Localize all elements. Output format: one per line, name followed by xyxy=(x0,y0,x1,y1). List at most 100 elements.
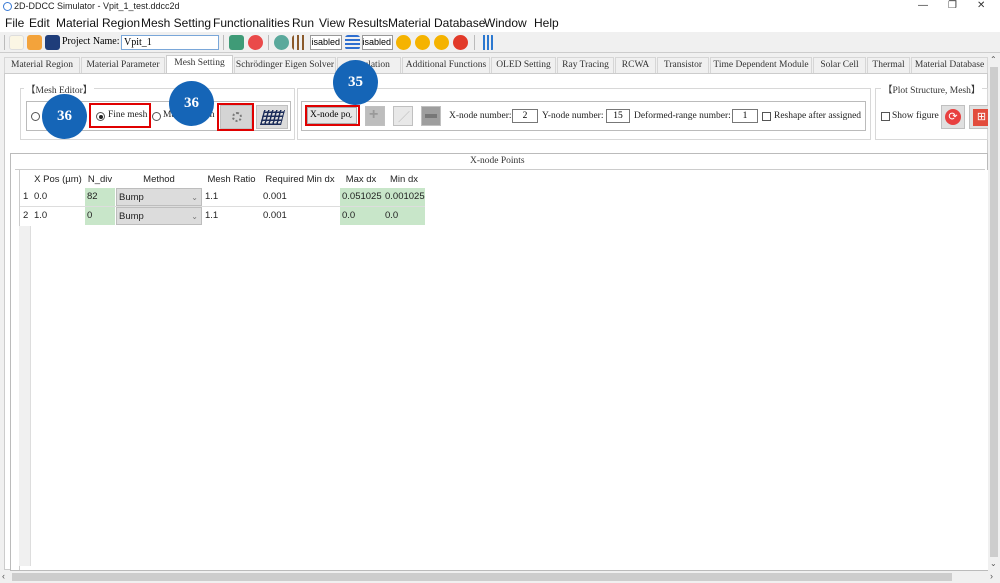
menu-window[interactable]: Window xyxy=(484,16,527,30)
open-folder-icon[interactable] xyxy=(27,35,42,50)
minimize-button[interactable]: — xyxy=(918,0,928,11)
toolbar: Project Name: Disabled Disabled xyxy=(0,32,1000,53)
column-header-max-dx[interactable]: Max dx xyxy=(340,171,382,189)
reshape-checkbox[interactable] xyxy=(762,112,771,121)
run-script-icon[interactable] xyxy=(434,35,449,50)
deformed-range-input[interactable]: 1 xyxy=(732,109,758,123)
tab-oled-setting[interactable]: OLED Setting xyxy=(491,57,556,73)
radio-coarse-mesh[interactable] xyxy=(31,112,40,121)
tab-schrodinger-eigen-solver[interactable]: Schrödinger Eigen Solver xyxy=(234,57,336,73)
cell-x-pos[interactable]: 1.0 xyxy=(32,207,84,225)
row-header-column xyxy=(19,226,31,566)
cell-max-dx[interactable]: 0.051025 xyxy=(340,188,383,206)
cell-required-min-dx[interactable]: 0.001 xyxy=(261,207,339,225)
cell-min-dx[interactable]: 0.001025 xyxy=(383,188,425,206)
save-icon[interactable] xyxy=(45,35,60,50)
menu-mesh-setting[interactable]: Mesh Setting xyxy=(141,16,211,30)
project-name-input[interactable] xyxy=(121,35,219,50)
horizontal-scroll-thumb[interactable] xyxy=(12,573,952,581)
grid-layout-icon: ⊞ xyxy=(973,109,988,126)
radio-manual-mesh[interactable] xyxy=(152,112,161,121)
show-figure-label: Show figure xyxy=(892,111,939,121)
disabled-field-2[interactable]: Disabled xyxy=(362,35,393,50)
row-header-1[interactable]: 1 xyxy=(21,188,31,206)
y-node-number-input[interactable]: 15 xyxy=(606,109,630,123)
tab-material-database[interactable]: Material Database xyxy=(911,57,988,73)
bars-icon[interactable] xyxy=(292,35,307,50)
tab-rcwa[interactable]: RCWA xyxy=(615,57,656,73)
menu-help[interactable]: Help xyxy=(534,16,559,30)
tab-ray-tracing[interactable]: Ray Tracing xyxy=(557,57,614,73)
refresh-icon[interactable] xyxy=(248,35,263,50)
column-header-method[interactable]: Method xyxy=(116,171,202,189)
toolbar-separator xyxy=(268,35,269,50)
annotation-badge-36-first: 36 xyxy=(42,94,87,139)
cell-required-min-dx[interactable]: 0.001 xyxy=(261,188,339,206)
tab-thermal[interactable]: Thermal xyxy=(867,57,910,73)
add-node-button[interactable]: + xyxy=(365,106,385,126)
vertical-scrollbar[interactable]: ⌃ ⌄ xyxy=(988,55,1000,570)
tab-material-region[interactable]: Material Region xyxy=(4,57,80,73)
plot-layout-button[interactable]: ⊞ xyxy=(969,105,989,129)
cell-max-dx[interactable]: 0.0 xyxy=(340,207,383,225)
tab-solar-cell[interactable]: Solar Cell xyxy=(813,57,866,73)
cell-min-dx[interactable]: 0.0 xyxy=(383,207,425,225)
tab-material-parameter[interactable]: Material Parameter xyxy=(81,57,165,73)
menu-material-database[interactable]: Material Database xyxy=(388,16,485,30)
edit-node-button[interactable]: ／ xyxy=(393,106,413,126)
column-header-x-pos[interactable]: X Pos (µm) xyxy=(32,171,84,189)
column-header-required-min-dx[interactable]: Required Min dx xyxy=(261,171,339,189)
disabled-field-1[interactable]: Disabled xyxy=(310,35,342,50)
scroll-up-icon[interactable]: ⌃ xyxy=(990,55,997,64)
settings-icon[interactable] xyxy=(274,35,289,50)
cell-method-select[interactable]: Bump ⌄ xyxy=(116,207,202,225)
menu-edit[interactable]: Edit xyxy=(29,16,50,30)
tab-transistor[interactable]: Transistor xyxy=(657,57,709,73)
restore-button[interactable]: ❐ xyxy=(948,0,957,11)
horizontal-scrollbar[interactable]: ‹ › xyxy=(0,571,1000,583)
menu-file[interactable]: File xyxy=(5,16,24,30)
row-header-2[interactable]: 2 xyxy=(21,207,31,225)
scroll-left-icon[interactable]: ‹ xyxy=(2,571,5,581)
menu-run[interactable]: Run xyxy=(292,16,314,30)
scroll-down-icon[interactable]: ⌄ xyxy=(990,559,997,568)
x-node-number-input[interactable]: 2 xyxy=(512,109,538,123)
run-all-icon[interactable] xyxy=(415,35,430,50)
chart-icon[interactable] xyxy=(480,35,495,50)
cell-method-select[interactable]: Bump ⌄ xyxy=(116,188,202,206)
mesh-grid-icon xyxy=(259,110,286,125)
refresh-icon: ⟳ xyxy=(945,109,961,125)
column-header-n-div[interactable]: N_div xyxy=(85,171,115,189)
scroll-right-icon[interactable]: › xyxy=(990,571,993,581)
cell-mesh-ratio[interactable]: 1.1 xyxy=(203,188,260,206)
stop-icon[interactable] xyxy=(453,35,468,50)
plus-icon: + xyxy=(369,106,379,123)
annotation-highlight-fine-mesh xyxy=(89,103,151,128)
show-mesh-grid-button[interactable] xyxy=(256,105,288,129)
list-icon[interactable] xyxy=(345,35,360,50)
tab-time-dependent-module[interactable]: Time Dependent Module xyxy=(710,57,812,73)
replot-button[interactable]: ⟳ xyxy=(941,105,965,129)
vertical-scroll-thumb[interactable] xyxy=(990,67,998,557)
tab-additional-functions[interactable]: Additional Functions xyxy=(402,57,490,73)
remove-node-button[interactable] xyxy=(421,106,441,126)
toolbar-grip xyxy=(4,35,5,50)
menu-material-region[interactable]: Material Region xyxy=(56,16,140,30)
cell-x-pos[interactable]: 0.0 xyxy=(32,188,84,206)
annotation-highlight-generate-mesh xyxy=(217,103,254,131)
run-icon[interactable] xyxy=(396,35,411,50)
tab-mesh-setting[interactable]: Mesh Setting xyxy=(166,55,233,74)
column-header-mesh-ratio[interactable]: Mesh Ratio xyxy=(203,171,260,189)
toolbar-separator xyxy=(474,35,475,50)
reshape-label: Reshape after assigned xyxy=(774,111,862,121)
menu-view-results[interactable]: View Results xyxy=(319,16,388,30)
close-button[interactable]: ✕ xyxy=(977,0,985,11)
cell-n-div[interactable]: 0 xyxy=(85,207,115,225)
menu-functionalities[interactable]: Functionalities xyxy=(213,16,290,30)
import-icon[interactable] xyxy=(229,35,244,50)
show-figure-checkbox[interactable] xyxy=(881,112,890,121)
new-file-icon[interactable] xyxy=(9,35,24,50)
cell-n-div[interactable]: 82 xyxy=(85,188,115,206)
cell-mesh-ratio[interactable]: 1.1 xyxy=(203,207,260,225)
column-header-min-dx[interactable]: Min dx xyxy=(383,171,425,189)
